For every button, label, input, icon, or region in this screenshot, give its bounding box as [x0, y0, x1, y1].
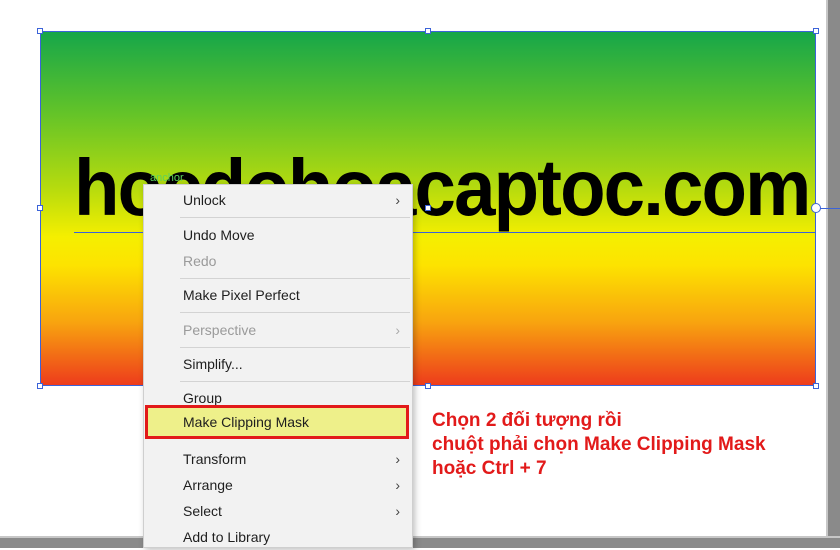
menu-item-label: Arrange: [183, 477, 233, 493]
center-point-handle[interactable]: [425, 205, 431, 211]
menu-separator: [180, 381, 410, 382]
chevron-right-icon: ›: [395, 503, 400, 519]
menu-item-simplify[interactable]: Simplify...: [144, 351, 412, 377]
menu-item-label: Undo Move: [183, 227, 255, 243]
menu-separator: [180, 312, 410, 313]
artboard-edge-bottom: [0, 536, 840, 548]
menu-item-label: Select: [183, 503, 222, 519]
menu-item-unlock[interactable]: Unlock ›: [144, 187, 412, 213]
menu-separator: [180, 347, 410, 348]
chevron-right-icon: ›: [395, 322, 400, 338]
resize-handle-bottom-right[interactable]: [813, 383, 819, 389]
menu-item-label: Perspective: [183, 322, 257, 338]
menu-item-label: Make Clipping Mask: [183, 414, 310, 430]
menu-item-make-pixel-perfect[interactable]: Make Pixel Perfect: [144, 282, 412, 308]
menu-item-add-to-library[interactable]: Add to Library: [144, 524, 412, 550]
resize-handle-top-right[interactable]: [813, 28, 819, 34]
menu-item-label: Transform: [183, 451, 247, 467]
resize-handle-top-left[interactable]: [37, 28, 43, 34]
menu-item-label: Redo: [183, 253, 217, 269]
menu-item-label: Make Pixel Perfect: [183, 287, 300, 303]
instruction-annotation: Chọn 2 đối tượng rồi chuột phải chọn Mak…: [432, 409, 766, 481]
menu-item-perspective: Perspective ›: [144, 317, 412, 343]
chevron-right-icon: ›: [395, 192, 400, 208]
menu-separator: [180, 217, 410, 218]
menu-separator: [180, 278, 410, 279]
artboard-edge-right: [826, 0, 840, 548]
menu-item-select[interactable]: Select ›: [144, 498, 412, 524]
menu-item-label: Add to Library: [183, 529, 271, 545]
chevron-right-icon: ›: [395, 451, 400, 467]
menu-item-transform[interactable]: Transform ›: [144, 446, 412, 472]
chevron-right-icon: ›: [395, 477, 400, 493]
menu-item-label: Group: [183, 390, 222, 406]
resize-handle-top-center[interactable]: [425, 28, 431, 34]
menu-item-label: Unlock: [183, 192, 226, 208]
menu-item-arrange[interactable]: Arrange ›: [144, 472, 412, 498]
menu-item-redo: Redo: [144, 248, 412, 274]
menu-item-label: Simplify...: [183, 356, 243, 372]
menu-item-make-clipping-mask[interactable]: Make Clipping Mask: [145, 405, 409, 439]
annotation-line-3: hoặc Ctrl + 7: [432, 458, 547, 479]
resize-handle-bottom-center[interactable]: [425, 383, 431, 389]
resize-handle-bottom-left[interactable]: [37, 383, 43, 389]
menu-item-undo-move[interactable]: Undo Move: [144, 222, 412, 248]
resize-handle-middle-left[interactable]: [37, 205, 43, 211]
context-menu: Unlock › Undo Move Redo Make Pixel Perfe…: [143, 184, 413, 548]
annotation-line-1: Chọn 2 đối tượng rồi: [432, 410, 622, 431]
resize-handle-middle-right[interactable]: [811, 203, 821, 213]
annotation-line-2: chuột phải chọn Make Clipping Mask: [432, 434, 766, 455]
